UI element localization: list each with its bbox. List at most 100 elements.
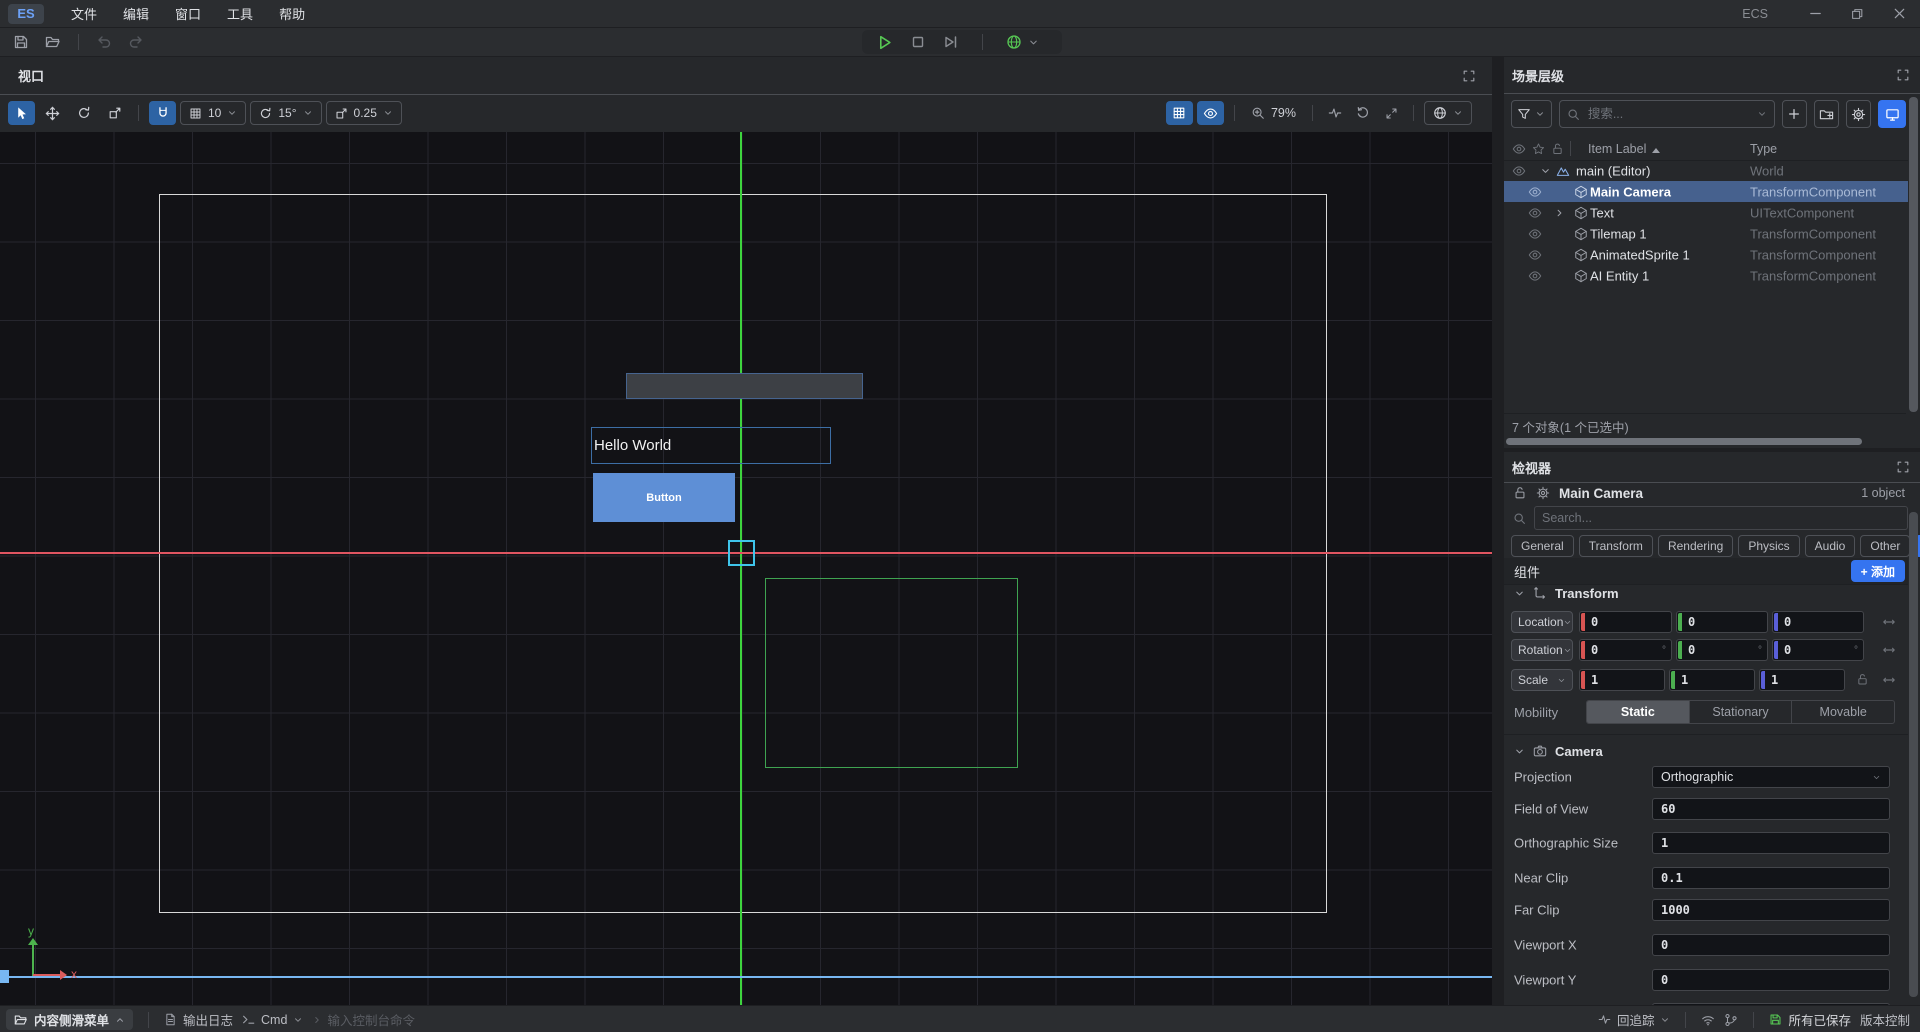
mobility-static[interactable]: Static	[1587, 701, 1689, 723]
hierarchy-column-header[interactable]: Item Label Type	[1504, 137, 1908, 161]
move-tool-button[interactable]	[39, 101, 66, 125]
save-button[interactable]	[8, 30, 34, 54]
guide-blue-handle[interactable]	[0, 970, 9, 983]
visibility-eye-icon[interactable]	[1528, 206, 1542, 220]
console-command-input[interactable]: 输入控制台命令	[312, 1010, 415, 1029]
link-axes-icon[interactable]	[1882, 615, 1896, 629]
location-dropdown[interactable]: Location	[1511, 611, 1573, 633]
network-status-button[interactable]	[1701, 1013, 1715, 1027]
grid-snap-dropdown[interactable]: 10	[180, 101, 246, 125]
camera-section-header[interactable]: Camera	[1504, 738, 1908, 764]
scale-snap-dropdown[interactable]: 0.25	[326, 101, 402, 125]
rotation-dropdown[interactable]: Rotation	[1511, 639, 1573, 661]
world-view-dropdown[interactable]	[1424, 101, 1472, 125]
location-y-field[interactable]: 0	[1676, 611, 1768, 633]
column-type[interactable]: Type	[1750, 142, 1777, 156]
tree-row-tilemap[interactable]: Tilemap 1 TransformComponent	[1504, 223, 1908, 244]
play-button[interactable]	[876, 34, 893, 51]
fullscreen-button[interactable]	[1379, 101, 1403, 125]
column-item-label[interactable]: Item Label	[1588, 142, 1660, 156]
scale-x-field[interactable]: 1	[1579, 669, 1665, 691]
trace-dropdown[interactable]: 回追踪	[1598, 1010, 1671, 1029]
scale-dropdown[interactable]: Scale	[1511, 669, 1573, 691]
near-clip-input[interactable]: 0.1	[1652, 867, 1890, 889]
filter-dropdown[interactable]	[1511, 100, 1552, 128]
stop-button[interactable]	[910, 34, 926, 50]
snap-toggle-button[interactable]	[149, 101, 176, 125]
add-entity-button[interactable]	[1782, 100, 1807, 128]
transform-section-header[interactable]: Transform	[1504, 580, 1908, 606]
panel-expand-button[interactable]	[1462, 69, 1476, 83]
lock-icon[interactable]	[1513, 486, 1527, 500]
select-tool-button[interactable]	[8, 101, 35, 125]
tab-other[interactable]: Other	[1860, 535, 1910, 557]
reset-view-button[interactable]	[1351, 101, 1375, 125]
selection-handle[interactable]	[728, 540, 755, 566]
add-folder-button[interactable]	[1814, 100, 1839, 128]
mobility-movable[interactable]: Movable	[1791, 701, 1894, 723]
tree-row-ai-entity[interactable]: AI Entity 1 TransformComponent	[1504, 265, 1908, 286]
save-status[interactable]: 所有已保存	[1769, 1010, 1851, 1029]
redo-button[interactable]	[123, 30, 149, 54]
hierarchy-search-input[interactable]	[1586, 106, 1751, 122]
scene-canvas[interactable]: Hello World Button y x	[0, 132, 1492, 1005]
close-button[interactable]	[1878, 0, 1920, 27]
far-clip-input[interactable]: 1000	[1652, 899, 1890, 921]
step-button[interactable]	[943, 34, 959, 50]
text-object[interactable]: Hello World	[591, 427, 831, 464]
visibility-eye-icon[interactable]	[1528, 185, 1542, 199]
hierarchy-search[interactable]	[1559, 100, 1775, 128]
undo-button[interactable]	[91, 30, 117, 54]
tab-physics[interactable]: Physics	[1738, 535, 1799, 557]
menu-window[interactable]: 窗口	[162, 0, 214, 27]
output-log-button[interactable]: 输出日志	[164, 1010, 233, 1029]
tree-row-main-camera[interactable]: Main Camera TransformComponent	[1504, 181, 1908, 202]
menu-file[interactable]: 文件	[58, 0, 110, 27]
visibility-eye-icon[interactable]	[1512, 164, 1526, 178]
rotation-y-field[interactable]: 0°	[1676, 639, 1768, 661]
tab-audio[interactable]: Audio	[1805, 535, 1856, 557]
screen-view-button[interactable]	[1878, 100, 1906, 128]
viewport-x-input[interactable]: 0	[1652, 934, 1890, 956]
chevron-down-icon[interactable]	[1540, 165, 1551, 176]
maximize-button[interactable]	[1836, 0, 1878, 27]
stats-button[interactable]	[1323, 101, 1347, 125]
hierarchy-settings-button[interactable]	[1846, 100, 1871, 128]
scale-tool-button[interactable]	[101, 101, 128, 125]
tree-row-animatedsprite[interactable]: AnimatedSprite 1 TransformComponent	[1504, 244, 1908, 265]
mobility-stationary[interactable]: Stationary	[1689, 701, 1792, 723]
scale-y-field[interactable]: 1	[1669, 669, 1755, 691]
viewport-y-input[interactable]: 0	[1652, 969, 1890, 991]
vertical-scrollbar[interactable]	[1909, 512, 1918, 997]
rotation-x-field[interactable]: 0°	[1579, 639, 1672, 661]
rotate-tool-button[interactable]	[70, 101, 97, 125]
inspector-search-input[interactable]	[1534, 506, 1908, 530]
content-drawer-button[interactable]: 内容侧滑菜单	[6, 1009, 133, 1030]
tab-general[interactable]: General	[1511, 535, 1574, 557]
gear-icon[interactable]	[1536, 486, 1550, 500]
link-axes-icon[interactable]	[1882, 673, 1896, 687]
vertical-scrollbar[interactable]	[1909, 97, 1918, 412]
visibility-eye-icon[interactable]	[1528, 248, 1542, 262]
panel-expand-button[interactable]	[1896, 460, 1910, 474]
version-control-button[interactable]: 版本控制	[1860, 1010, 1910, 1029]
tab-rendering[interactable]: Rendering	[1658, 535, 1733, 557]
horizontal-scrollbar[interactable]	[1506, 438, 1862, 445]
menu-tools[interactable]: 工具	[214, 0, 266, 27]
menu-help[interactable]: 帮助	[266, 0, 318, 27]
tree-row-text[interactable]: Text UITextComponent	[1504, 202, 1908, 223]
rotation-z-field[interactable]: 0°	[1772, 639, 1864, 661]
location-z-field[interactable]: 0	[1772, 611, 1864, 633]
link-axes-icon[interactable]	[1882, 643, 1896, 657]
visibility-eye-icon[interactable]	[1528, 269, 1542, 283]
network-mode-dropdown[interactable]	[1006, 34, 1039, 50]
visibility-eye-icon[interactable]	[1528, 227, 1542, 241]
panel-expand-button[interactable]	[1896, 68, 1910, 82]
field-of-view-input[interactable]: 60	[1652, 798, 1890, 820]
source-control-button[interactable]	[1724, 1013, 1738, 1027]
location-x-field[interactable]: 0	[1579, 611, 1672, 633]
minimize-button[interactable]	[1794, 0, 1836, 27]
projection-select[interactable]: Orthographic	[1652, 766, 1890, 788]
open-button[interactable]	[40, 30, 66, 54]
zoom-level[interactable]: 79%	[1245, 106, 1302, 120]
